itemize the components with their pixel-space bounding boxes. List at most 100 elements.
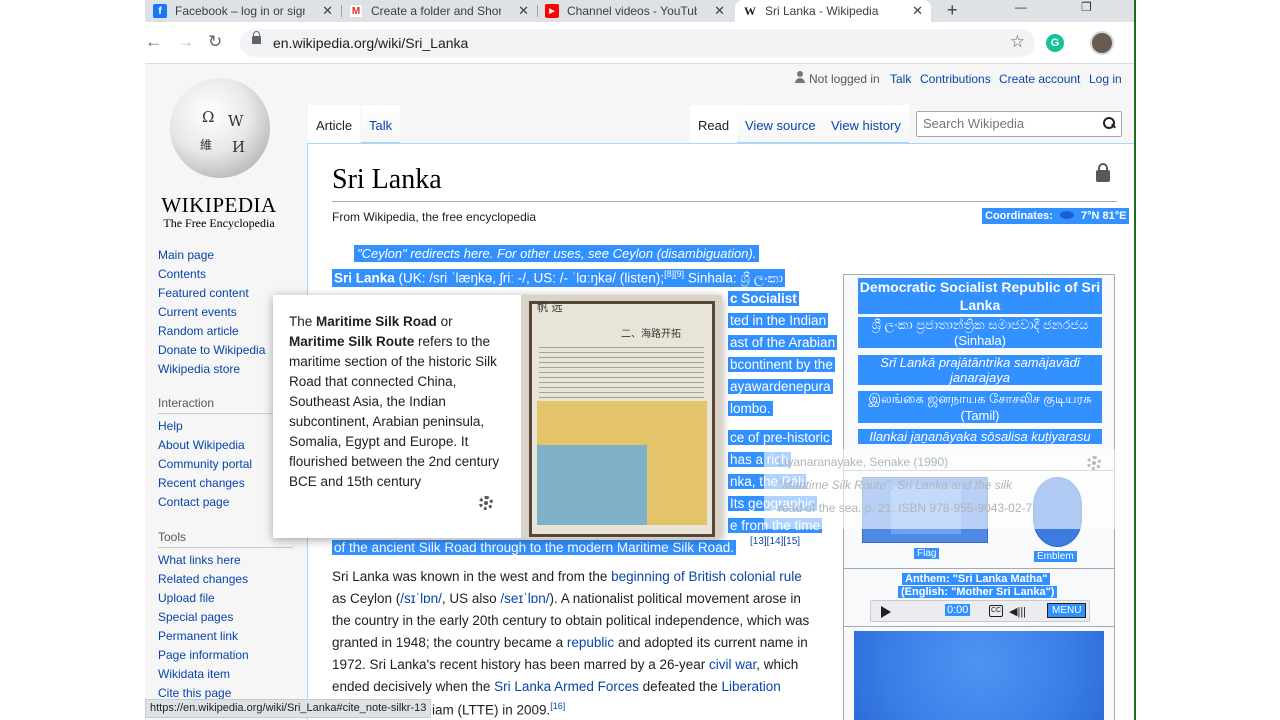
coordinates-label: Coordinates:: [985, 210, 1053, 222]
link[interactable]: beginning of British colonial rule: [611, 569, 802, 584]
tab-title: Sri Lanka - Wikipedia: [765, 4, 879, 18]
tab-read[interactable]: Read: [690, 105, 738, 143]
tab-view-source[interactable]: View source: [737, 105, 824, 143]
close-icon[interactable]: ✕: [714, 3, 725, 19]
nav-contact[interactable]: Contact page: [158, 493, 252, 512]
settings-gear-icon[interactable]: [1087, 456, 1101, 470]
link[interactable]: Sri Lanka Armed Forces: [494, 679, 639, 694]
tab-wikipedia[interactable]: W Sri Lanka - Wikipedia ✕: [735, 0, 931, 22]
nav-page-information[interactable]: Page information: [158, 646, 249, 665]
search-box[interactable]: [916, 111, 1122, 137]
nav-what-links-here[interactable]: What links here: [158, 551, 249, 570]
personal-talk-link[interactable]: Talk: [890, 72, 911, 86]
nav-related-changes[interactable]: Related changes: [158, 570, 249, 589]
address-bar[interactable]: en.wikipedia.org/wiki/Sri_Lanka ☆: [240, 29, 1035, 57]
volume-icon[interactable]: ◀|||: [1009, 605, 1026, 618]
text: refers to the maritime section of the hi…: [289, 334, 500, 489]
location-map-image[interactable]: [854, 631, 1104, 720]
nav-permanent-link[interactable]: Permanent link: [158, 627, 249, 646]
link[interactable]: Liberation: [722, 679, 781, 694]
play-icon[interactable]: [881, 606, 891, 618]
text: granted in 1948; the country became a: [332, 635, 567, 650]
create-account-link[interactable]: Create account: [999, 72, 1080, 86]
tab-title: Create a folder and Short: [371, 4, 501, 18]
close-icon[interactable]: ✕: [322, 3, 333, 19]
nav-donate[interactable]: Donate to Wikipedia: [158, 341, 265, 360]
lead-fragment: bcontinent by the: [728, 357, 835, 372]
protection-lock-icon[interactable]: [1096, 163, 1110, 182]
tab-talk[interactable]: Talk: [361, 105, 401, 143]
citation[interactable]: [16]: [550, 701, 565, 711]
flag-caption[interactable]: Flag: [914, 548, 940, 559]
forward-icon[interactable]: →: [177, 32, 194, 52]
nav-random-article[interactable]: Random article: [158, 322, 265, 341]
nav-help[interactable]: Help: [158, 417, 252, 436]
citation[interactable]: [13][14][15]: [750, 536, 800, 547]
reload-icon[interactable]: ↻: [208, 32, 222, 52]
preview-settings-gear-icon[interactable]: [479, 496, 493, 510]
para2-line-7: iam (LTTE) in 2009.[16]: [432, 701, 565, 718]
nav-main-page[interactable]: Main page: [158, 246, 265, 265]
anthem-audio-player[interactable]: 0:00 CC ◀||| MENU: [870, 600, 1090, 622]
reference-text: "Maritime Silk Route". Sri Lanka and the…: [778, 478, 1012, 492]
nav-contents[interactable]: Contents: [158, 265, 265, 284]
nav-special-pages[interactable]: Special pages: [158, 608, 249, 627]
citation[interactable]: [8][9]: [664, 269, 684, 279]
search-icon[interactable]: [1103, 117, 1115, 129]
profile-avatar[interactable]: [1090, 31, 1114, 55]
wikipedia-page: Ω W 維 И WIKIPEDIA The Free Encyclopedia …: [145, 64, 1134, 720]
captions-icon[interactable]: CC: [989, 605, 1003, 617]
nav-recent-changes[interactable]: Recent changes: [158, 474, 252, 493]
bookmark-star-icon[interactable]: ☆: [1010, 32, 1025, 52]
exhibit-sign: 帆 远: [537, 301, 563, 314]
hatnote[interactable]: "Ceylon" redirects here. For other uses,…: [354, 245, 760, 262]
infobox-title: Democratic Socialist Republic of Sri Lan…: [858, 278, 1102, 314]
search-input[interactable]: [923, 116, 1093, 131]
minimize-icon[interactable]: —: [1015, 0, 1027, 14]
lock-icon: [252, 31, 261, 44]
close-icon[interactable]: ✕: [912, 3, 923, 19]
nav-about[interactable]: About Wikipedia: [158, 436, 252, 455]
tab-view-history[interactable]: View history: [823, 105, 909, 143]
listen-link[interactable]: listen);: [624, 271, 664, 286]
gmail-icon: M: [349, 4, 363, 18]
tab-facebook[interactable]: f Facebook – log in or sign up ✕: [145, 0, 341, 22]
lead-pronunciation: (UK: /sri ˈlæŋkə, ʃriː -/, US: /- ˈlɑːŋk…: [394, 270, 625, 286]
coordinates-value[interactable]: 7°N 81°E: [1081, 210, 1127, 222]
preview-thumbnail[interactable]: 帆 远 二、海路开拓: [521, 295, 722, 538]
nav-store[interactable]: Wikipedia store: [158, 360, 265, 379]
ipa-link[interactable]: /sɪˈlɒn/: [400, 591, 442, 606]
tab-gmail[interactable]: M Create a folder and Short ✕: [341, 0, 537, 22]
nav-featured-content[interactable]: Featured content: [158, 284, 265, 303]
audio-time: 0:00: [945, 604, 971, 616]
new-tab-icon[interactable]: +: [947, 0, 958, 21]
contributions-link[interactable]: Contributions: [920, 72, 991, 86]
tagline: The Free Encyclopedia: [163, 216, 275, 230]
emblem-caption[interactable]: Emblem: [1034, 551, 1077, 562]
close-icon[interactable]: ✕: [518, 3, 529, 19]
login-link[interactable]: Log in: [1089, 72, 1122, 86]
infobox-romanized-sinhala: Srī Lankā prajātāntrika samājavādī janar…: [858, 355, 1102, 385]
page-preview-popup[interactable]: The Maritime Silk Road or Maritime Silk …: [273, 295, 722, 538]
page-title: Sri Lanka: [332, 164, 442, 195]
reference-tooltip: Liyanaranayake, Senake (1990) "Maritime …: [764, 449, 1120, 529]
ipa-link[interactable]: /seɪˈlɒn/: [500, 591, 549, 606]
coordinates[interactable]: Coordinates: 7°N 81°E: [982, 208, 1130, 224]
nav-wikidata-item[interactable]: Wikidata item: [158, 665, 249, 684]
back-icon[interactable]: ←: [145, 32, 162, 52]
url-text[interactable]: en.wikipedia.org/wiki/Sri_Lanka: [273, 35, 468, 51]
preview-extract[interactable]: The Maritime Silk Road or Maritime Silk …: [289, 312, 509, 492]
text: defeated the: [638, 679, 722, 694]
audio-menu-button[interactable]: MENU: [1047, 603, 1087, 618]
nav-current-events[interactable]: Current events: [158, 303, 265, 322]
maximize-icon[interactable]: ❐: [1081, 0, 1092, 14]
link[interactable]: republic: [567, 635, 614, 650]
nav-upload-file[interactable]: Upload file: [158, 589, 249, 608]
link[interactable]: civil war: [709, 657, 756, 672]
grammarly-extension-icon[interactable]: G: [1046, 34, 1064, 52]
menu-icon[interactable]: ⋮: [1129, 34, 1134, 51]
tab-youtube[interactable]: ▶ Channel videos - YouTube ✕: [537, 0, 733, 22]
nav-community-portal[interactable]: Community portal: [158, 455, 252, 474]
tab-article[interactable]: Article: [308, 105, 361, 143]
text: The: [289, 314, 317, 329]
